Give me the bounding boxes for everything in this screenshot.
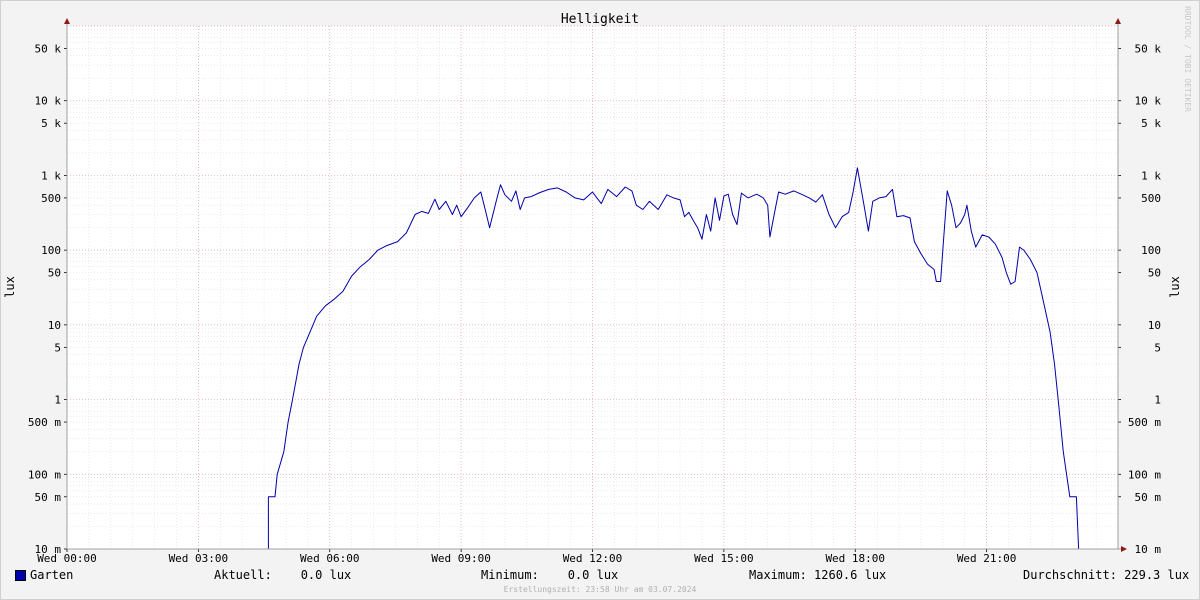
y-tick-label-right: 5 [1154,341,1161,354]
y-tick-label-right: 500 m [1128,416,1161,429]
y-axis-label-right: lux [1168,276,1182,298]
y-tick-label-right: 50 [1148,267,1161,280]
y-tick-label-right: 1 k [1141,169,1161,182]
y-tick-label-right: 50 k [1135,42,1162,55]
y-tick-label-left: 100 m [28,468,61,481]
y-tick-label-left: 50 [48,267,61,280]
y-tick-label-right: 10 [1148,319,1161,332]
y-tick-label-right: 100 m [1128,468,1161,481]
y-tick-label-left: 10 k [35,95,62,108]
legend-minimum: Minimum: 0.0 lux [481,568,619,582]
y-tick-label-left: 1 [54,394,61,407]
y-axis-label-left: lux [3,276,17,298]
watermark: RRDTOOL / TOBI OETIKER [1183,6,1192,112]
y-tick-label-left: 1 k [41,169,61,182]
y-tick-label-right: 10 k [1135,95,1162,108]
y-tick-label-right: 100 [1141,244,1161,257]
y-tick-label-left: 100 [41,244,61,257]
x-tick-label: Wed 18:00 [825,552,885,565]
y-tick-label-left: 50 m [35,491,62,504]
y-axis-arrow-left [64,18,70,24]
y-tick-label-right: 5 k [1141,117,1161,130]
x-tick-label: Wed 21:00 [957,552,1017,565]
y-axis-arrow-right [1115,18,1121,24]
creation-time-footer: Erstellungszeit: 23:58 Uhr am 03.07.2024 [503,585,697,594]
x-axis-arrow [1121,546,1127,552]
legend-current: Aktuell: 0.0 lux [214,568,352,582]
legend-swatch-garten [15,570,26,581]
y-tick-label-left: 50 k [35,42,62,55]
chart-title: Helligkeit [561,12,639,27]
x-tick-label: Wed 00:00 [37,552,97,565]
y-tick-label-left: 10 [48,319,61,332]
x-tick-label: Wed 12:00 [563,552,623,565]
y-tick-label-left: 5 k [41,117,61,130]
y-tick-label-right: 50 m [1135,491,1162,504]
brightness-chart: 50 k 50 k 10 k 10 k 5 k 5 k 1 k 1 k 500 500 100 100… [3,12,1182,565]
x-tick-label: Wed 09:00 [431,552,491,565]
x-tick-label: Wed 06:00 [300,552,360,565]
y-tick-label-left: 500 [41,192,61,205]
y-tick-label-right: 500 [1141,192,1161,205]
legend-maximum: Maximum: 1260.6 lux [749,568,887,582]
x-tick-label: Wed 15:00 [694,552,754,565]
y-tick-label-right: 10 m [1135,543,1162,556]
legend-average: Durchschnitt: 229.3 lux [1023,568,1190,582]
x-tick-label: Wed 03:00 [169,552,229,565]
y-tick-label-left: 5 [54,341,61,354]
y-tick-label-left: 500 m [28,416,61,429]
legend-series-name: Garten [30,568,74,582]
y-tick-label-right: 1 [1154,394,1161,407]
